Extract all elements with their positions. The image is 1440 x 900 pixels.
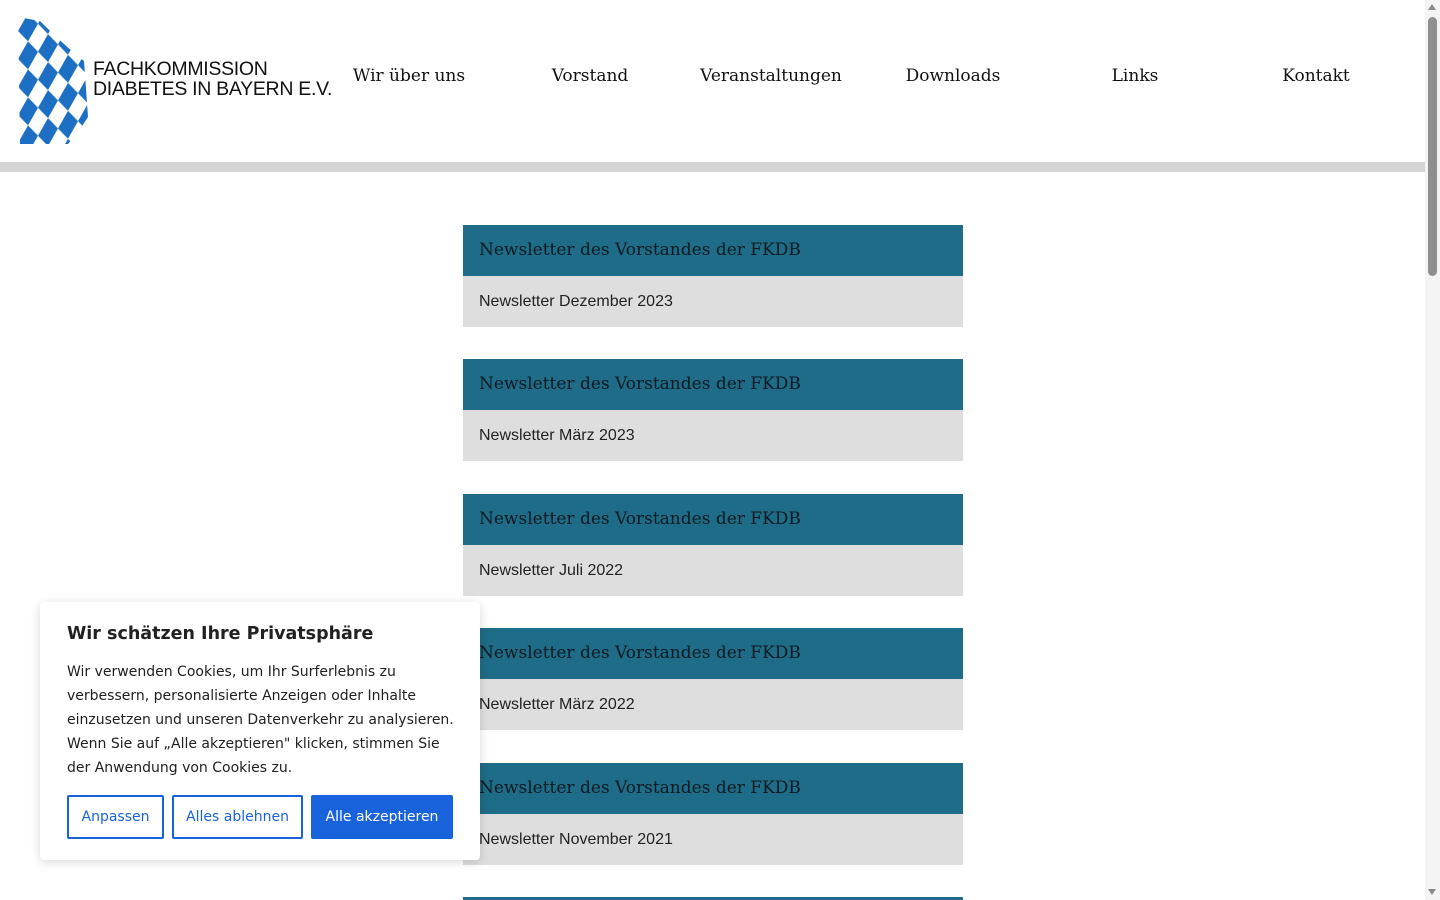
newsletter-card-title[interactable]: Newsletter März 2022 xyxy=(463,679,963,730)
cookie-dialog-title: Wir schätzen Ihre Privatsphäre xyxy=(67,624,374,644)
newsletter-card-heading: Newsletter des Vorstandes der FKDB xyxy=(463,494,963,545)
newsletter-card-title[interactable]: Newsletter Dezember 2023 xyxy=(463,276,963,327)
newsletter-card-title[interactable]: Newsletter März 2023 xyxy=(463,410,963,461)
newsletter-card-title[interactable]: Newsletter Juli 2022 xyxy=(463,545,963,596)
newsletter-card-heading: Newsletter des Vorstandes der FKDB xyxy=(463,225,963,276)
newsletter-card[interactable]: Newsletter des Vorstandes der FKDB Newsl… xyxy=(463,763,963,865)
newsletter-card[interactable]: Newsletter des Vorstandes der FKDB Newsl… xyxy=(463,494,963,596)
newsletter-card-title[interactable]: Newsletter November 2021 xyxy=(463,814,963,865)
nav-item-kontakt[interactable]: Kontakt xyxy=(1225,66,1407,86)
site-header: FACHKOMMISSION DIABETES IN BAYERN E.V. W… xyxy=(0,0,1425,162)
cookie-accept-all-button[interactable]: Alle akzeptieren xyxy=(311,795,453,839)
newsletter-card-heading: Newsletter des Vorstandes der FKDB xyxy=(463,359,963,410)
site-logo[interactable]: FACHKOMMISSION DIABETES IN BAYERN E.V. xyxy=(18,17,332,144)
nav-item-veranstaltungen[interactable]: Veranstaltungen xyxy=(680,66,862,86)
cookie-dialog-text: Wir verwenden Cookies, um Ihr Surferlebn… xyxy=(67,664,454,776)
scroll-up-arrow-icon[interactable] xyxy=(1428,4,1436,10)
main-navigation: Wir über uns Vorstand Veranstaltungen Do… xyxy=(318,0,1407,162)
logo-wordmark: FACHKOMMISSION DIABETES IN BAYERN E.V. xyxy=(93,59,332,99)
header-divider xyxy=(0,162,1425,172)
cookie-consent-dialog: Wir schätzen Ihre Privatsphäre Wir verwe… xyxy=(40,602,480,860)
newsletter-card-heading: Newsletter des Vorstandes der FKDB xyxy=(463,628,963,679)
nav-item-vorstand[interactable]: Vorstand xyxy=(499,66,681,86)
page-scrollbar[interactable] xyxy=(1425,0,1440,900)
nav-item-wir-ueber-uns[interactable]: Wir über uns xyxy=(318,66,500,86)
scrollbar-thumb[interactable] xyxy=(1428,17,1437,276)
nav-item-downloads[interactable]: Downloads xyxy=(862,66,1044,86)
logo-line-1: FACHKOMMISSION xyxy=(93,58,268,80)
newsletter-card[interactable]: Newsletter des Vorstandes der FKDB Newsl… xyxy=(463,225,963,327)
bavarian-lozenge-logo-icon xyxy=(18,17,88,144)
newsletter-card[interactable]: Newsletter des Vorstandes der FKDB Newsl… xyxy=(463,628,963,730)
cookie-reject-all-button[interactable]: Alles ablehnen xyxy=(172,795,303,839)
logo-line-2: DIABETES IN BAYERN E.V. xyxy=(93,78,333,100)
newsletter-card-heading: Newsletter des Vorstandes der FKDB xyxy=(463,763,963,814)
nav-item-links[interactable]: Links xyxy=(1044,66,1226,86)
scroll-down-arrow-icon[interactable] xyxy=(1428,889,1436,895)
newsletter-card[interactable]: Newsletter des Vorstandes der FKDB Newsl… xyxy=(463,359,963,461)
cookie-customize-button[interactable]: Anpassen xyxy=(67,795,164,839)
